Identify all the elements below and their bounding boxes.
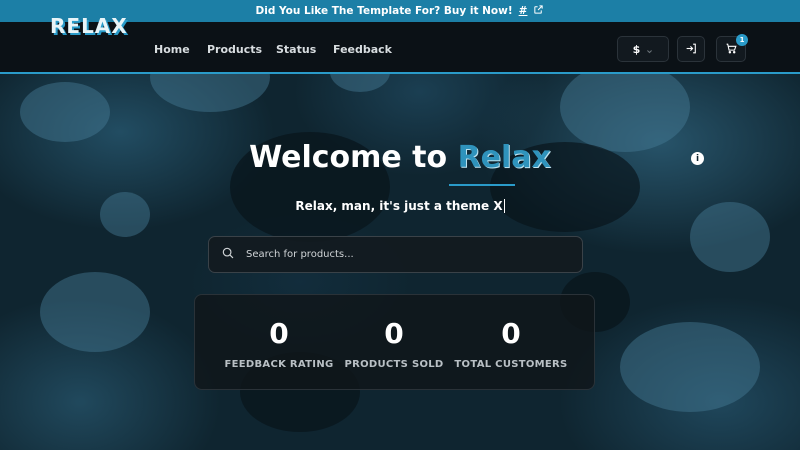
sign-in-button[interactable] [677,36,705,62]
typewriter-text: Relax, man, it's just a theme X [295,199,503,213]
stat-total-customers: 0 TOTAL CUSTOMERS [446,295,576,370]
nav-feedback[interactable]: Feedback [333,43,392,56]
chevron-down-icon [646,40,653,59]
promo-hash-link[interactable]: # [519,5,528,17]
search-input[interactable] [244,248,544,261]
title-underline [449,184,515,186]
nav-status[interactable]: Status [276,43,316,56]
stat-products-sold: 0 PRODUCTS SOLD [329,295,459,370]
stat-value: 0 [269,317,289,350]
stat-value: 0 [501,317,521,350]
stat-label: PRODUCTS SOLD [344,359,444,370]
logo[interactable]: RELAX [50,14,128,38]
stat-value: 0 [384,317,404,350]
stat-feedback-rating: 0 FEEDBACK RATING [214,295,344,370]
currency-symbol: $ [632,42,641,56]
search-icon [221,245,244,264]
stats-panel: 0 FEEDBACK RATING 0 PRODUCTS SOLD 0 TOTA… [194,294,595,390]
promo-text: Did You Like The Template For? Buy it No… [255,5,513,17]
hero-title-prefix: Welcome to [249,140,458,175]
hero-title: Welcome to Relax [0,140,800,175]
stat-label: TOTAL CUSTOMERS [454,359,568,370]
hero-title-brand: Relax [457,140,551,175]
search-bar[interactable] [208,236,583,273]
external-link-icon[interactable] [533,4,544,18]
cart-count-badge: 1 [736,34,748,46]
nav-products[interactable]: Products [207,43,262,56]
info-icon[interactable]: i [691,152,704,165]
typing-caret [503,199,505,213]
nav-home[interactable]: Home [154,43,190,56]
hero-subtitle: Relax, man, it's just a theme X [0,199,800,213]
stat-label: FEEDBACK RATING [224,359,334,370]
login-icon [685,40,698,59]
currency-selector[interactable]: $ [617,36,669,62]
